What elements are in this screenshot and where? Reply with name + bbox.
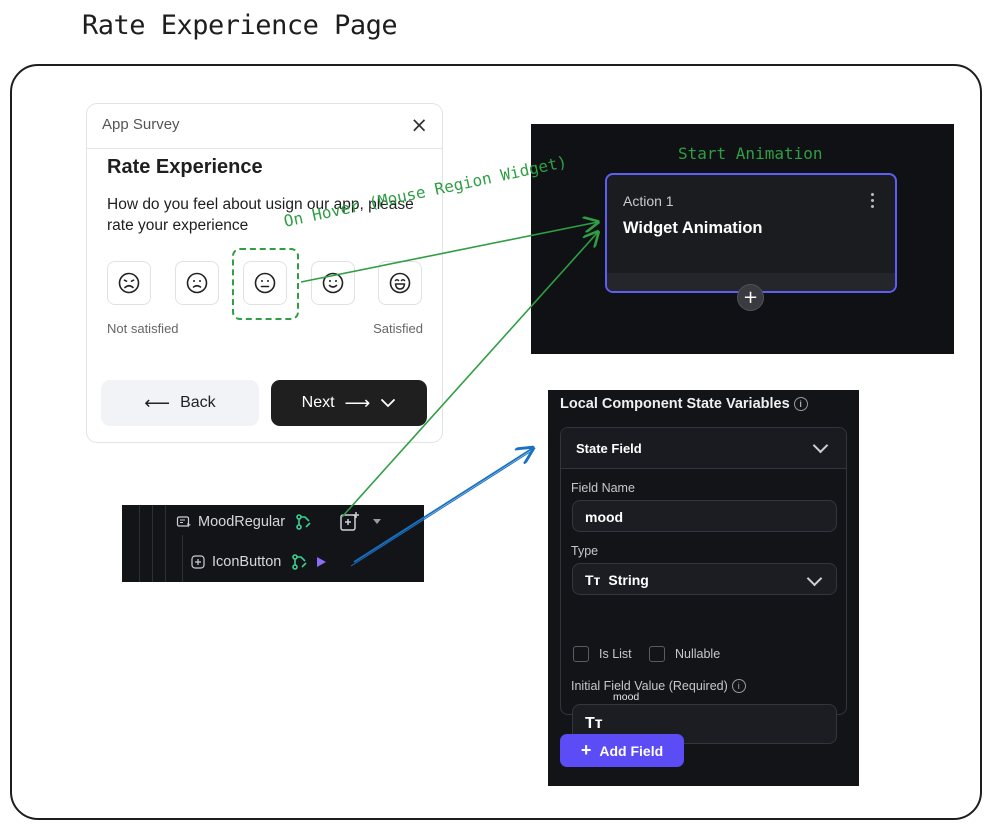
text-type-icon: Tт [585, 572, 601, 588]
caret-down-icon[interactable] [373, 519, 382, 525]
rate-experience-title: Rate Experience [107, 156, 263, 178]
chevron-down-icon[interactable] [812, 437, 829, 454]
start-animation-annotation: Start Animation [678, 144, 823, 163]
arrow-right-icon: ⟶ [344, 392, 371, 413]
grin-face-icon [389, 272, 411, 294]
survey-card: App Survey × Rate Experience How do you … [87, 104, 442, 442]
icon-button-icon [191, 555, 205, 569]
info-icon[interactable]: i [793, 397, 808, 411]
action-branch-icon[interactable] [295, 513, 313, 531]
survey-header: App Survey × [87, 104, 442, 149]
hover-highlight [232, 248, 299, 320]
nullable-label: Nullable [675, 647, 721, 661]
back-button[interactable]: ⟵ Back [101, 380, 259, 426]
chevron-down-icon[interactable] [806, 570, 823, 587]
scale-max-label: Satisfied [373, 321, 423, 336]
chevron-down-icon [381, 399, 396, 408]
is-list-checkbox[interactable] [573, 646, 589, 662]
more-vertical-icon[interactable] [871, 193, 875, 211]
field-name-input[interactable]: mood [572, 500, 837, 532]
tree-label-moodregular: MoodRegular [198, 514, 286, 530]
next-label: Next [301, 394, 335, 411]
scale-min-label: Not satisfied [107, 321, 179, 336]
action-branch-icon[interactable] [291, 553, 309, 571]
initial-value-hint: mood [613, 691, 640, 703]
state-panel-title-text: Local Component State Variables [560, 396, 790, 412]
tree-guide [165, 505, 166, 582]
arrow-left-icon: ⟵ [144, 392, 171, 413]
tree-guide [182, 535, 183, 582]
type-select[interactable]: Tт String [572, 563, 837, 595]
action-card[interactable]: Action 1 Widget Animation [605, 173, 897, 293]
state-field-header[interactable]: State Field [561, 428, 846, 469]
page-title: Rate Experience Page [82, 10, 398, 41]
add-field-button[interactable]: + Add Field [560, 734, 684, 767]
initial-value-label-text: Initial Field Value (Required) [571, 679, 728, 693]
play-icon[interactable] [317, 557, 327, 567]
slight-frown-face-icon [186, 272, 208, 294]
tree-row-iconbutton[interactable]: IconButton [190, 547, 327, 577]
field-name-label: Field Name [571, 481, 635, 495]
next-button[interactable]: Next ⟶ [271, 380, 427, 426]
state-field-box: State Field Field Name mood Type Tт Strin… [560, 427, 847, 744]
plus-icon: + [580, 740, 592, 760]
mood-very-happy-button[interactable] [378, 261, 422, 305]
back-label: Back [180, 394, 216, 411]
add-action-button[interactable]: + [737, 284, 764, 311]
local-state-panel: Local Component State Variables i State F… [548, 390, 859, 786]
action-number-label: Action 1 [623, 193, 674, 209]
mouse-region-icon [176, 516, 191, 528]
tree-row-moodregular[interactable]: MoodRegular [176, 507, 382, 537]
state-panel-title: Local Component State Variables i [560, 396, 808, 412]
mood-sad-button[interactable] [175, 261, 219, 305]
mood-happy-button[interactable] [311, 261, 355, 305]
state-field-header-label: State Field [576, 441, 642, 456]
info-icon[interactable]: i [731, 679, 746, 693]
survey-header-title: App Survey [102, 116, 180, 133]
tree-guide [139, 505, 140, 582]
text-type-icon: Tт [585, 715, 603, 732]
tree-guide [152, 505, 153, 582]
initial-value-label: Initial Field Value (Required) i [571, 679, 746, 693]
add-field-label: Add Field [599, 742, 664, 759]
type-value: String [608, 572, 649, 588]
mood-very-sad-button[interactable] [107, 261, 151, 305]
close-icon[interactable]: × [410, 113, 428, 137]
tree-label-iconbutton: IconButton [212, 554, 282, 570]
smile-face-icon [322, 272, 344, 294]
type-label: Type [571, 544, 599, 558]
frown-face-icon [118, 272, 140, 294]
is-list-label: Is List [599, 647, 632, 661]
nullable-checkbox[interactable] [649, 646, 665, 662]
widget-tree: MoodRegular IconButton [122, 505, 424, 582]
action-name: Widget Animation [623, 219, 763, 237]
add-child-widget-icon[interactable] [339, 511, 361, 533]
